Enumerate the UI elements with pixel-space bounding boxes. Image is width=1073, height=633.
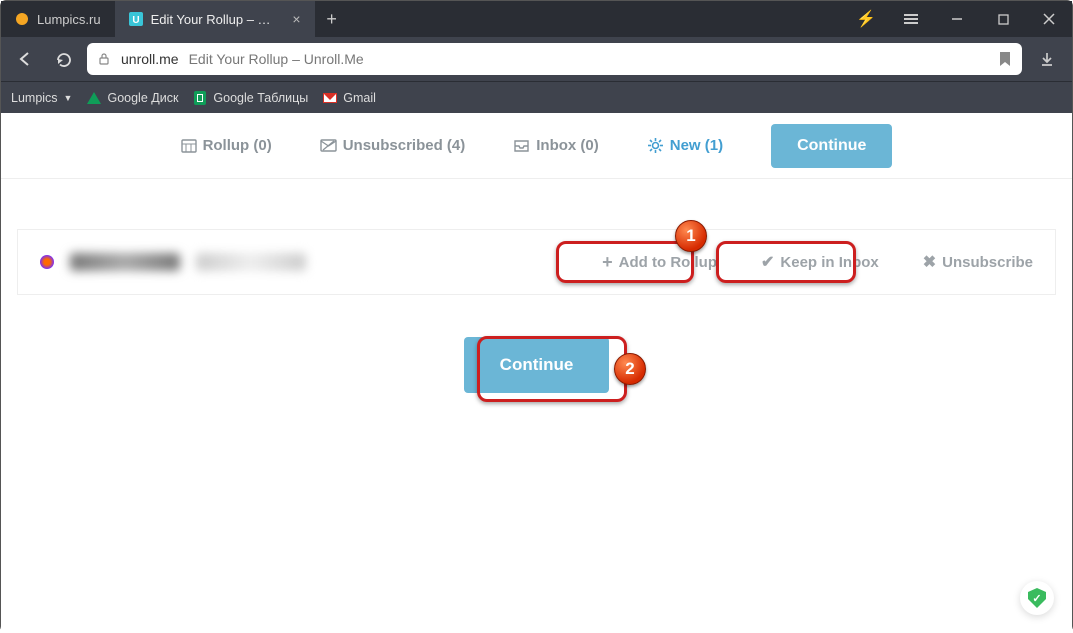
back-button[interactable]: [11, 45, 39, 73]
downloads-button[interactable]: [1032, 44, 1062, 74]
bookmark-label: Gmail: [343, 91, 376, 105]
arrow-left-icon: [16, 50, 34, 68]
tab-new[interactable]: New (1): [647, 137, 723, 154]
sender-avatar-icon: [40, 255, 54, 269]
reload-button[interactable]: [49, 45, 77, 73]
menu-button[interactable]: [888, 1, 934, 37]
tab-rollup[interactable]: Rollup (0): [181, 137, 272, 154]
gear-icon: [647, 137, 664, 154]
action-label: Unsubscribe: [942, 254, 1033, 271]
plus-icon: +: [602, 252, 613, 273]
tab-label: New (1): [670, 137, 723, 154]
bookmark-google-drive[interactable]: Google Диск: [86, 90, 178, 105]
minimize-icon: [951, 13, 963, 25]
security-extension-badge[interactable]: [1020, 581, 1054, 615]
close-tab-icon[interactable]: ×: [292, 11, 300, 27]
page-content: Rollup (0) Unsubscribed (4) Inbox (0) Ne…: [1, 113, 1072, 633]
tab-inbox[interactable]: Inbox (0): [513, 137, 599, 154]
action-label: Add to Rollup: [619, 254, 717, 271]
action-label: Keep in Inbox: [780, 254, 878, 271]
close-icon: [1043, 13, 1055, 25]
tab-label: Lumpics.ru: [37, 12, 101, 27]
google-drive-icon: [86, 90, 101, 105]
window-titlebar: Lumpics.ru U Edit Your Rollup – Unroll. …: [1, 1, 1072, 37]
subscription-row: + Add to Rollup ✔ Keep in Inbox ✖ Unsubs…: [17, 229, 1056, 295]
window-minimize-button[interactable]: [934, 1, 980, 37]
filter-tabs: Rollup (0) Unsubscribed (4) Inbox (0) Ne…: [1, 113, 1072, 179]
svg-text:U: U: [132, 15, 139, 26]
sender-name-blurred: [70, 253, 180, 271]
unsubscribe-button[interactable]: ✖ Unsubscribe: [923, 252, 1033, 272]
row-actions: + Add to Rollup ✔ Keep in Inbox ✖ Unsubs…: [602, 252, 1033, 273]
hamburger-icon: [904, 14, 918, 24]
window-maximize-button[interactable]: [980, 1, 1026, 37]
sender-email-blurred: [196, 253, 306, 271]
tab-label: Inbox (0): [536, 137, 599, 154]
browser-tab-unrollme[interactable]: U Edit Your Rollup – Unroll. ×: [115, 1, 315, 37]
x-icon: ✖: [923, 252, 936, 272]
chevron-down-icon: ▼: [64, 93, 73, 103]
tab-unsubscribed[interactable]: Unsubscribed (4): [320, 137, 466, 154]
download-icon: [1039, 51, 1055, 67]
gmail-icon: [322, 90, 337, 105]
keep-in-inbox-button[interactable]: ✔ Keep in Inbox: [761, 252, 879, 272]
bookmark-lumpics[interactable]: Lumpics ▼: [11, 91, 72, 105]
check-icon: ✔: [761, 252, 774, 272]
tab-label: Unsubscribed (4): [343, 137, 466, 154]
window-close-button[interactable]: [1026, 1, 1072, 37]
turbo-icon[interactable]: ⚡: [844, 9, 888, 29]
continue-top-button[interactable]: Continue: [771, 124, 892, 168]
bookmark-label: Google Диск: [107, 91, 178, 105]
lumpics-favicon: [15, 12, 29, 26]
new-tab-button[interactable]: +: [315, 1, 349, 37]
continue-main-button[interactable]: Continue: [464, 337, 610, 393]
address-page-title: Edit Your Rollup – Unroll.Me: [189, 51, 364, 67]
tab-label: Edit Your Rollup – Unroll.: [151, 12, 275, 27]
inbox-icon: [513, 139, 530, 153]
address-bar-row: unroll.me Edit Your Rollup – Unroll.Me: [1, 37, 1072, 81]
maximize-icon: [998, 14, 1009, 25]
shield-icon: [1028, 588, 1046, 608]
browser-tab-lumpics[interactable]: Lumpics.ru: [1, 1, 115, 37]
unrollme-favicon: U: [129, 12, 143, 26]
unsubscribed-icon: [320, 139, 337, 153]
bookmark-label: Google Таблицы: [213, 91, 308, 105]
bookmarks-bar: Lumpics ▼ Google Диск Google Таблицы Gma…: [1, 81, 1072, 113]
reload-icon: [55, 51, 72, 68]
rollup-icon: [181, 138, 197, 154]
tab-label: Rollup (0): [203, 137, 272, 154]
add-to-rollup-button[interactable]: + Add to Rollup: [602, 252, 717, 273]
bookmark-icon[interactable]: [998, 51, 1012, 67]
address-domain: unroll.me: [121, 51, 179, 67]
bookmark-gmail[interactable]: Gmail: [322, 90, 376, 105]
bookmark-google-sheets[interactable]: Google Таблицы: [192, 90, 308, 105]
bookmark-label: Lumpics: [11, 91, 58, 105]
address-bar[interactable]: unroll.me Edit Your Rollup – Unroll.Me: [87, 43, 1022, 75]
lock-icon: [97, 52, 111, 66]
google-sheets-icon: [192, 90, 207, 105]
